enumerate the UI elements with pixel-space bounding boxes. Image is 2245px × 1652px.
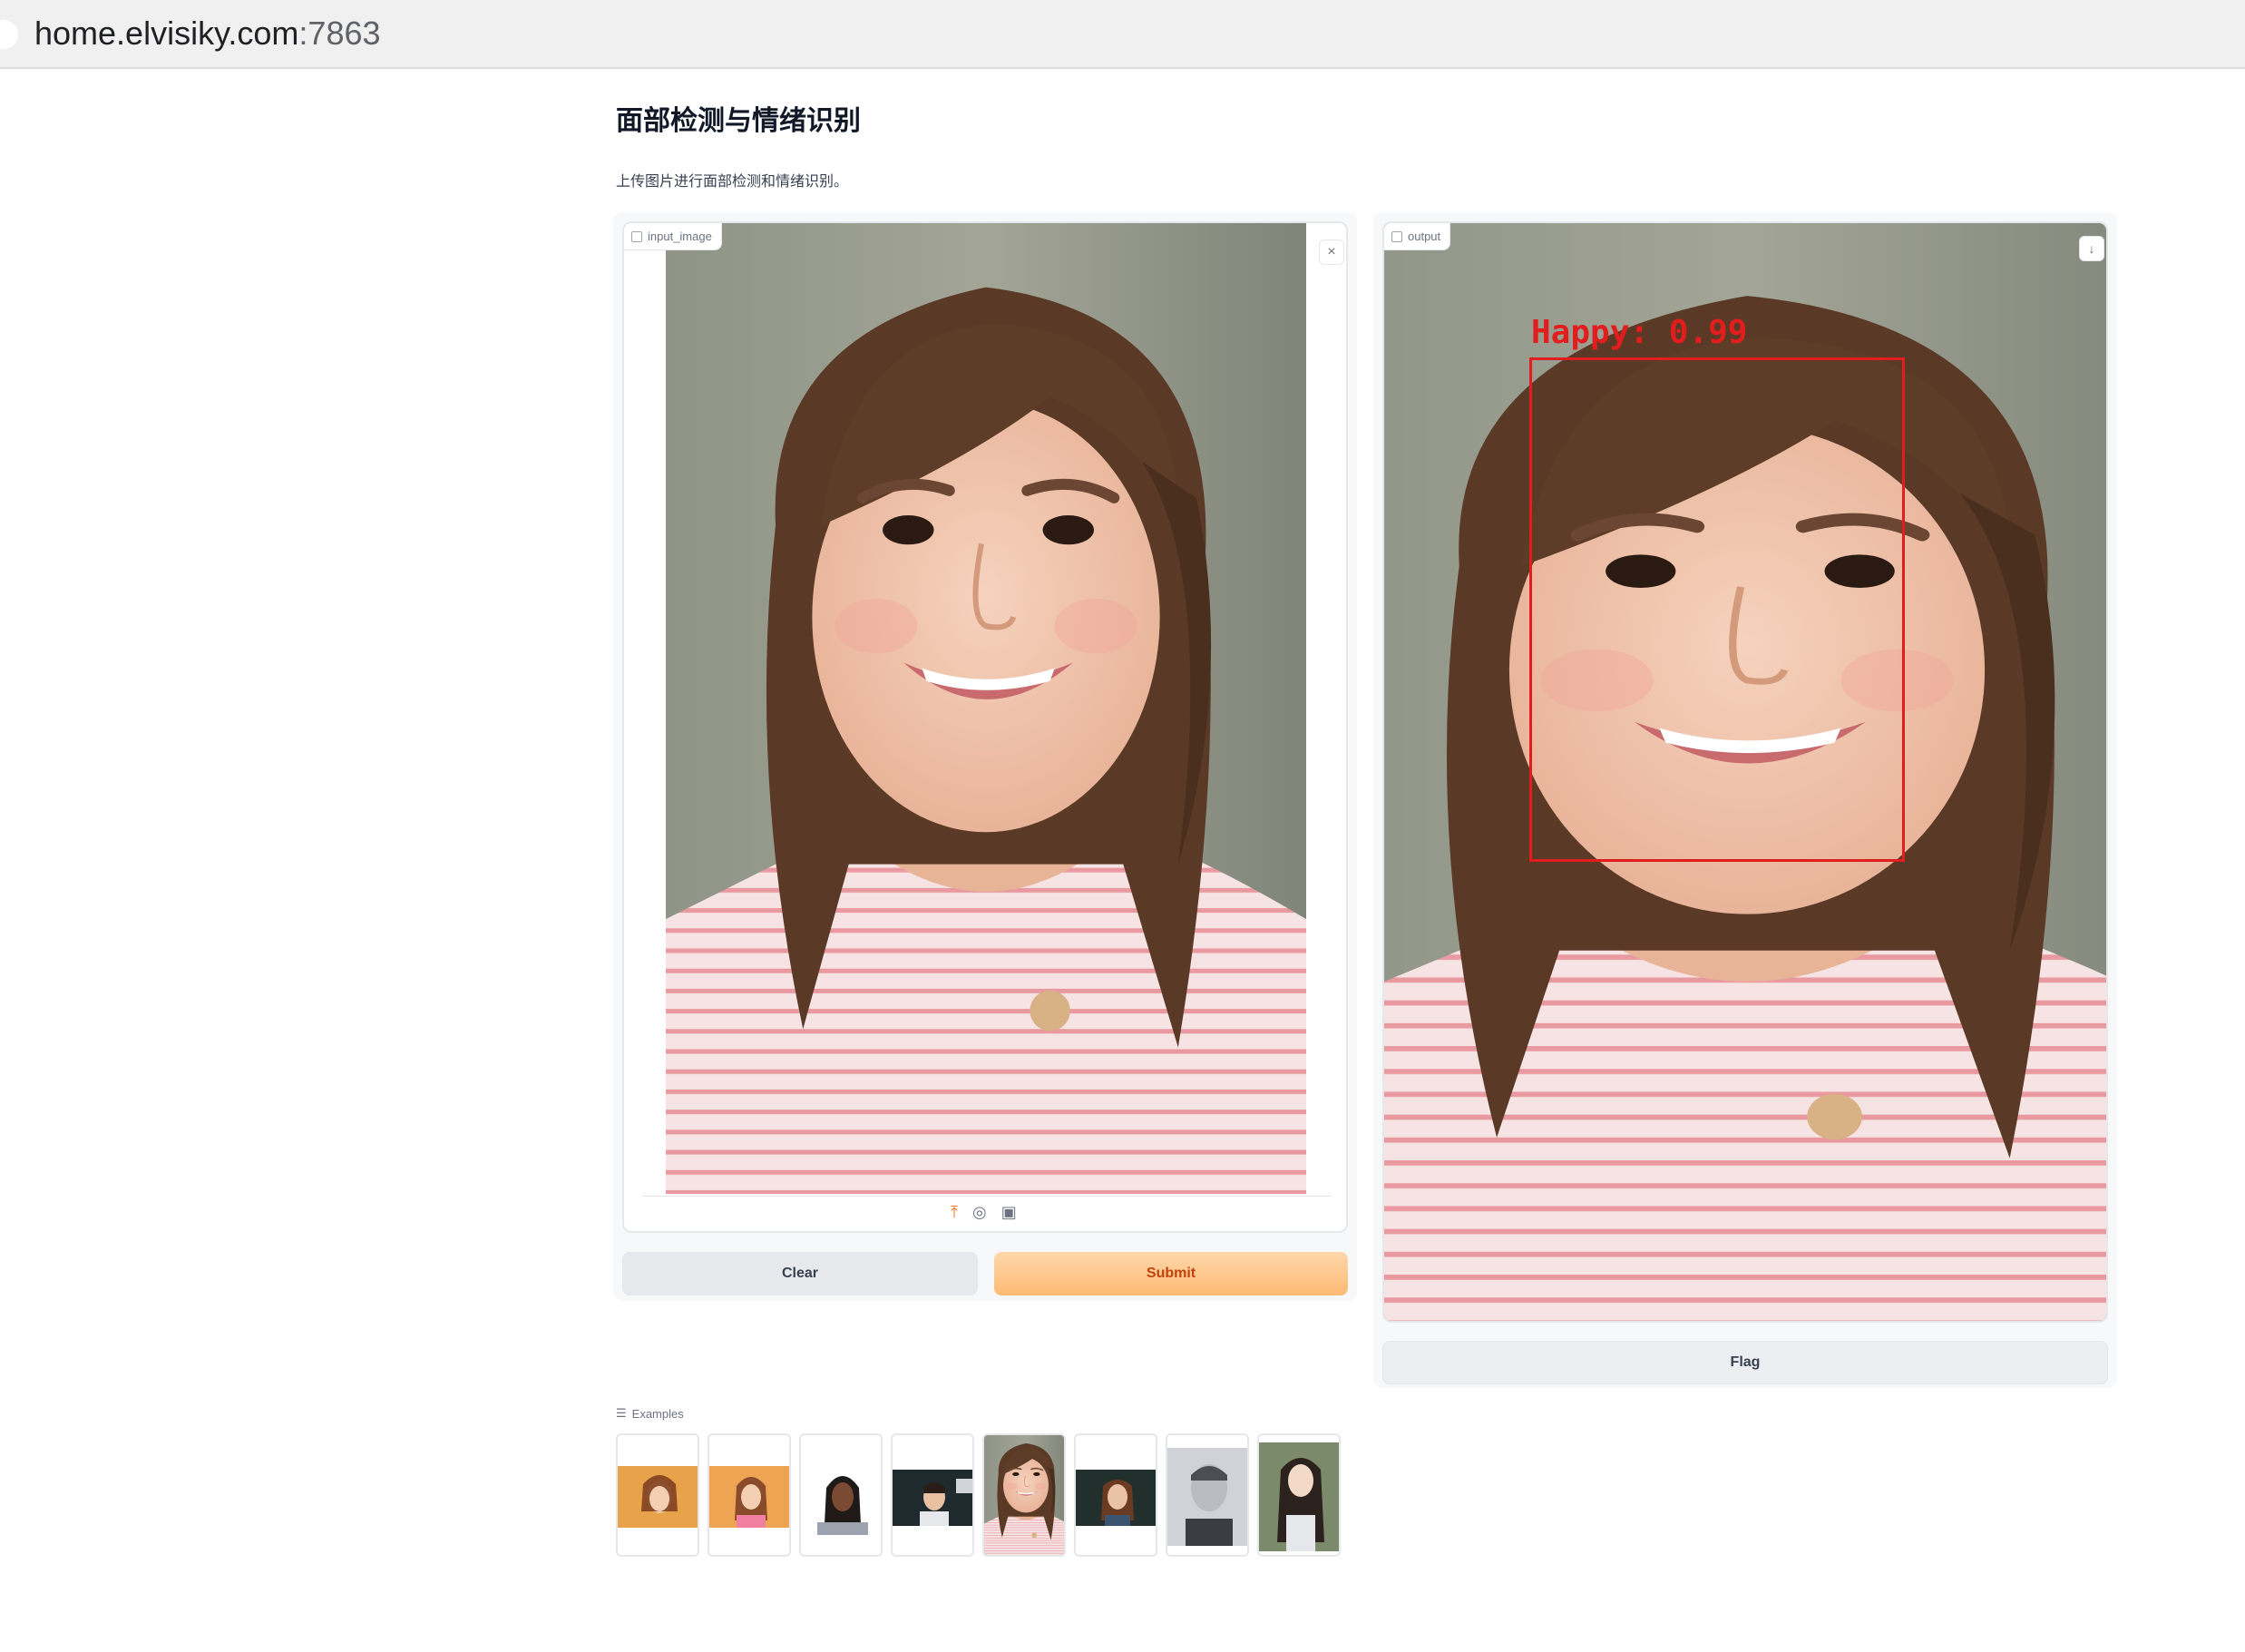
- example-thumb-2[interactable]: [708, 1433, 791, 1557]
- example-image: [618, 1466, 698, 1528]
- example-thumb-6[interactable]: [1074, 1433, 1157, 1557]
- examples-label: ☰ Examples: [616, 1406, 684, 1421]
- page-title: 面部检测与情绪识别: [616, 106, 861, 136]
- source-selector: ⤒ ◎ ▣: [951, 1203, 1017, 1222]
- example-image: [709, 1466, 789, 1528]
- example-image: [1076, 1470, 1156, 1526]
- face-detection-box: [1529, 357, 1905, 862]
- input-panel: input_image × ⤒ ◎ ▣ Clear Submit: [613, 212, 1357, 1301]
- download-icon[interactable]: ↓: [2079, 236, 2104, 261]
- example-thumb-8[interactable]: [1257, 1433, 1341, 1557]
- close-icon[interactable]: ×: [1319, 239, 1344, 265]
- webcam-icon[interactable]: ◎: [972, 1203, 987, 1222]
- example-thumb-7[interactable]: [1166, 1433, 1249, 1557]
- clipboard-icon[interactable]: ▣: [1001, 1203, 1017, 1222]
- url-port: :7863: [298, 15, 381, 52]
- example-thumb-1[interactable]: [616, 1433, 699, 1557]
- back-icon[interactable]: [0, 20, 18, 49]
- example-thumb-5[interactable]: [982, 1433, 1066, 1557]
- clear-button[interactable]: Clear: [622, 1252, 978, 1295]
- output-label: output: [1384, 223, 1451, 250]
- emotion-label: Happy: 0.99: [1531, 314, 1748, 351]
- url-text[interactable]: home.elvisiky.com:7863: [34, 15, 381, 53]
- input-image-label: input_image: [624, 223, 722, 250]
- list-icon: ☰: [616, 1406, 627, 1420]
- browser-address-bar[interactable]: home.elvisiky.com:7863: [0, 0, 2245, 69]
- image-icon: [1391, 230, 1402, 242]
- example-image: [801, 1461, 881, 1535]
- submit-button[interactable]: Submit: [994, 1252, 1348, 1295]
- upload-icon[interactable]: ⤒: [951, 1203, 958, 1222]
- output-panel: output ↓ Happy: 0.99 Flag: [1373, 212, 2117, 1388]
- input-photo: [666, 223, 1306, 1194]
- output-image-block: output ↓ Happy: 0.99: [1382, 221, 2108, 1323]
- example-image: [893, 1470, 972, 1526]
- divider: [642, 1196, 1332, 1197]
- example-image: [1167, 1448, 1247, 1546]
- flag-button[interactable]: Flag: [1382, 1341, 2108, 1384]
- input-image-block[interactable]: input_image × ⤒ ◎ ▣: [622, 221, 1348, 1233]
- example-thumb-3[interactable]: [799, 1433, 883, 1557]
- example-image: [1259, 1442, 1339, 1551]
- image-icon: [631, 230, 642, 242]
- url-host: home.elvisiky.com: [34, 15, 299, 52]
- example-thumb-4[interactable]: [891, 1433, 974, 1557]
- page-description: 上传图片进行面部检测和情绪识别。: [616, 174, 849, 190]
- example-image: [984, 1435, 1064, 1555]
